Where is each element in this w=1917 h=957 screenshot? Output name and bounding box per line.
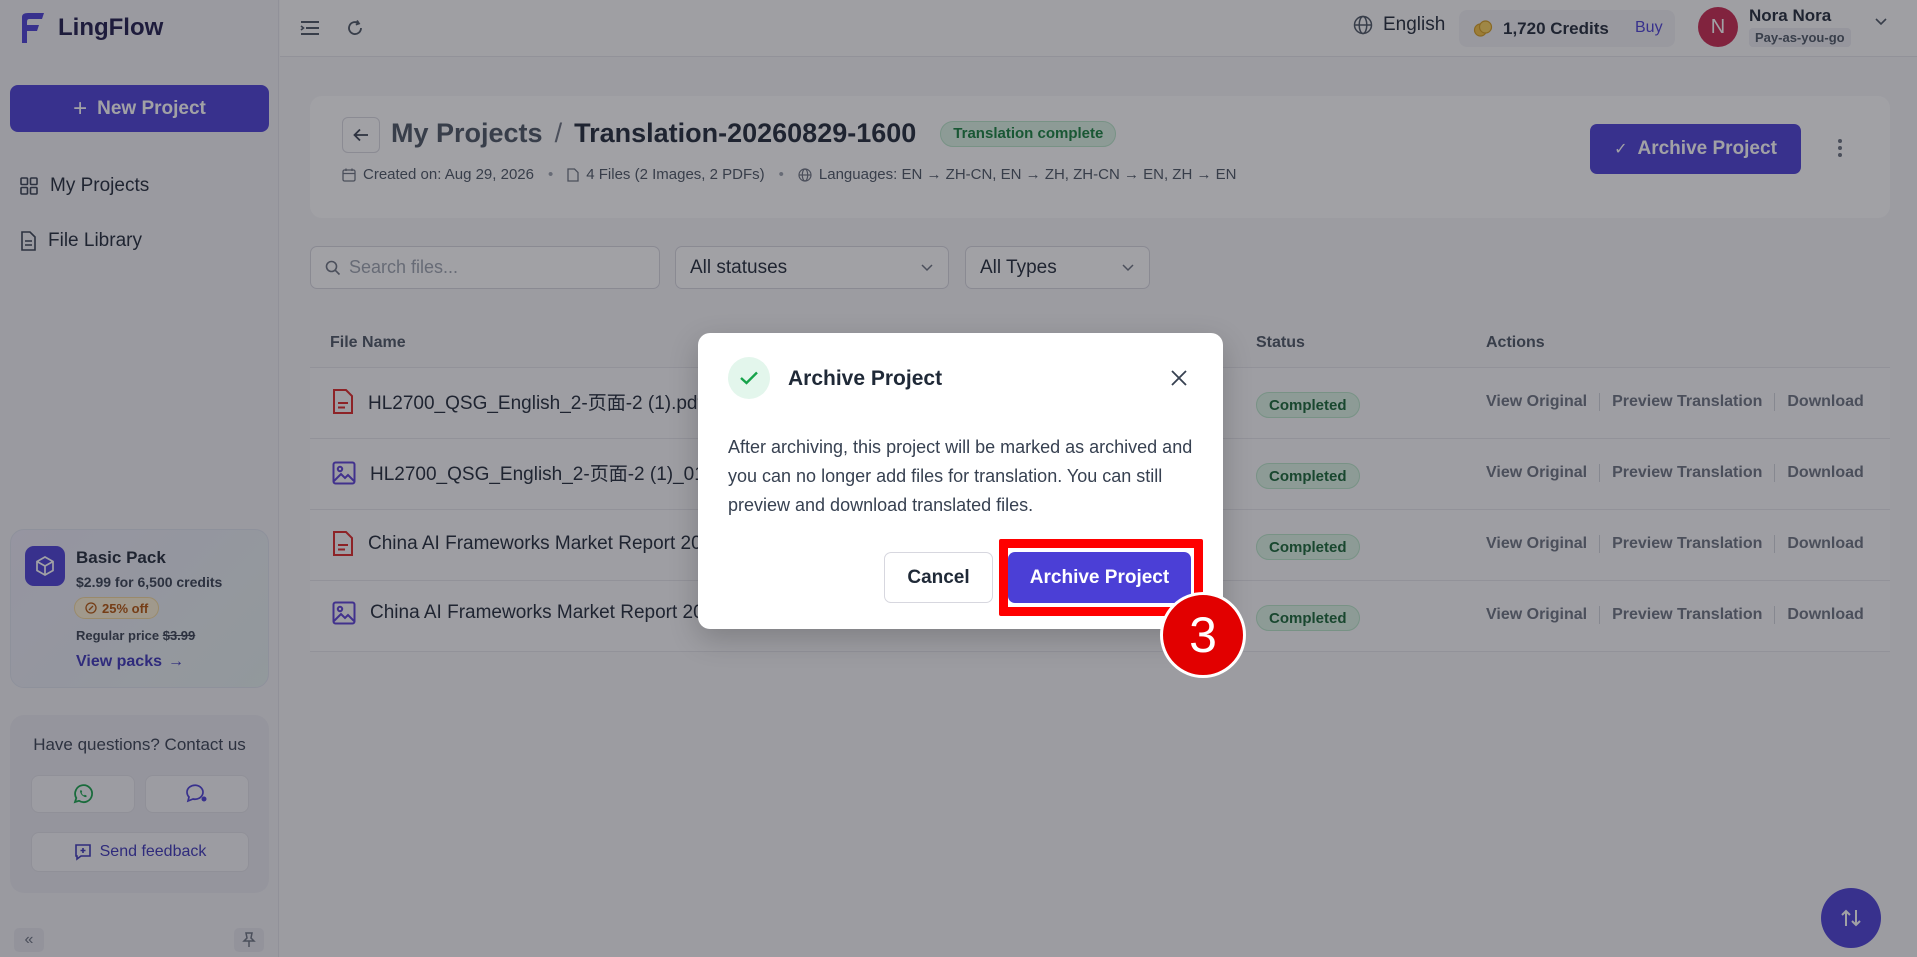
cancel-button[interactable]: Cancel: [884, 552, 993, 603]
check-circle-icon: [728, 357, 770, 399]
step-number-badge: 3: [1160, 592, 1246, 678]
dialog-title: Archive Project: [788, 367, 943, 390]
close-icon[interactable]: [1170, 369, 1188, 387]
dialog-message: After archiving, this project will be ma…: [728, 437, 1193, 515]
